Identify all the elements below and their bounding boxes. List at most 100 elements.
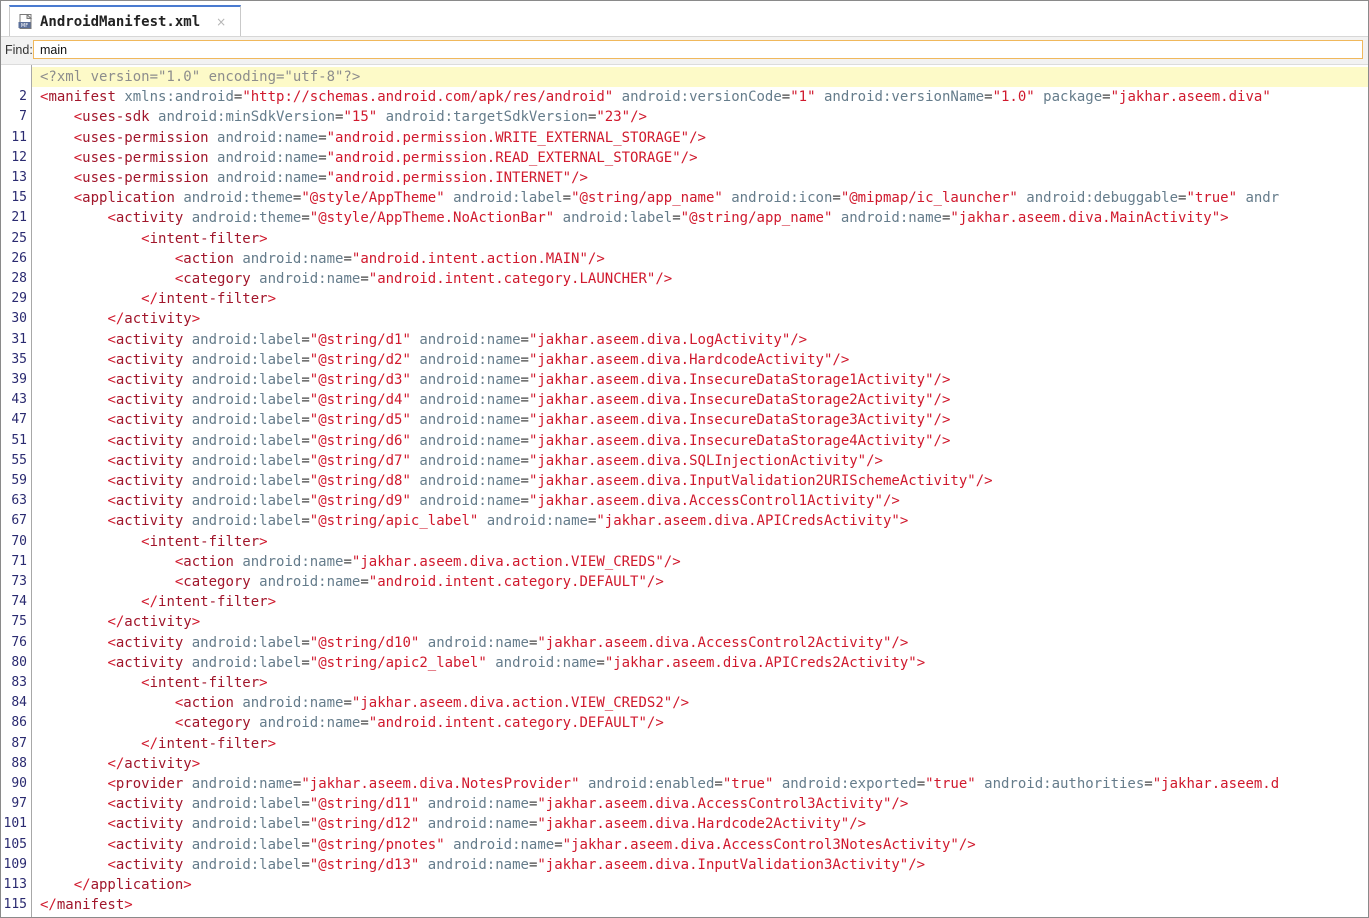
code-editor[interactable]: 2 7 11 12 13 15 21 25 26 28 29 30 31 35 39 43 47 51 55 59 63… <box>1 65 1368 917</box>
token-attr: android:targetSdkVersion <box>385 109 588 126</box>
code-line[interactable]: <activity android:label="@string/d1" and… <box>32 330 1368 350</box>
code-line[interactable]: <activity android:label="@string/d6" and… <box>32 431 1368 451</box>
code-line[interactable]: <activity android:label="@string/d3" and… <box>32 370 1368 390</box>
code-line[interactable]: <action android:name="jakhar.aseem.diva.… <box>32 693 1368 713</box>
code-line[interactable]: <provider android:name = "jakhar.aseem.div… <box>32 774 1368 794</box>
code-line[interactable]: <category android:name="android.intent.c… <box>32 713 1368 733</box>
code-line[interactable]: <uses-permission android:name="android.p… <box>32 148 1368 168</box>
code-line[interactable]: <activity android:label="@string/d11" an… <box>32 794 1368 814</box>
code-line[interactable]: <activity android:label="@string/apic_la… <box>32 511 1368 531</box>
close-icon[interactable]: × <box>216 15 226 29</box>
code-line[interactable]: <activity android:label="@string/d5" and… <box>32 410 1368 430</box>
token-br: > <box>899 513 909 530</box>
token-val: "@string/d9" <box>309 493 411 510</box>
code-line[interactable]: <activity android:label="@string/d7" and… <box>32 451 1368 471</box>
code-line[interactable]: <activity android:label="@string/pnotes"… <box>32 835 1368 855</box>
token-val: "jakhar.aseem.diva.AccessControl1Activit… <box>528 493 883 510</box>
token-attr: android:label <box>191 392 302 409</box>
line-number: 35 <box>11 351 27 367</box>
token-br: > <box>259 533 268 550</box>
token-val: "@string/apic2_label" <box>309 654 487 671</box>
find-input[interactable] <box>33 40 1363 59</box>
token-br: < <box>73 170 83 186</box>
token-attr: android:name <box>242 553 344 570</box>
code-line[interactable]: <activity android:label="@string/d9" and… <box>32 491 1368 511</box>
code-line[interactable]: <manifest xmlns:android="http://schemas.… <box>32 87 1368 107</box>
token-attr: android:label <box>191 654 302 671</box>
token-tag: activity <box>115 412 184 429</box>
code-line[interactable]: <activity android:label="@string/d8" and… <box>32 471 1368 491</box>
code-line[interactable]: <category android:name="android.intent.c… <box>32 269 1368 289</box>
code-line[interactable]: <uses-sdk android:minSdkVersion="15" and… <box>32 107 1368 127</box>
token-tag: category <box>183 574 251 590</box>
token-val: "@string/apic_label" <box>309 513 479 530</box>
code-line[interactable]: </activity> <box>32 309 1368 329</box>
token-attr: android:label <box>191 432 302 449</box>
token-sp <box>183 513 191 529</box>
code-line[interactable]: </intent-filter> <box>32 592 1368 612</box>
code-line[interactable]: </application> <box>32 875 1368 895</box>
token-val: "true" <box>925 776 976 792</box>
code-line[interactable]: <activity android:label="@string/d4" and… <box>32 390 1368 410</box>
line-number: 63 <box>11 493 27 509</box>
code-line[interactable]: <?xml version="1.0" encoding="utf-8"?> <box>32 67 1368 88</box>
code-line[interactable]: <activity android:theme="@style/AppTheme… <box>32 208 1368 228</box>
code-line[interactable]: <activity android:label="@string/d13" an… <box>32 855 1368 875</box>
code-line[interactable]: <uses-permission android:name="android.p… <box>32 168 1368 188</box>
code-line[interactable]: </manifest> <box>32 895 1368 915</box>
code-line[interactable]: <intent-filter> <box>32 532 1368 552</box>
tab-android-manifest[interactable]: MF AndroidManifest.xml × <box>9 5 242 36</box>
token-br: < <box>141 533 150 550</box>
code-line[interactable]: </activity> <box>32 754 1368 774</box>
code-line[interactable]: <action android:name="android.intent.act… <box>32 249 1368 269</box>
code-line[interactable]: <activity android:label="@string/d2" and… <box>32 350 1368 370</box>
token-br: > <box>191 614 201 631</box>
token-br: > <box>183 877 192 893</box>
token-br: < <box>141 675 150 691</box>
line-number: 86 <box>11 715 27 731</box>
token-val: "jakhar.aseem.diva.InsecureDataStorage4A… <box>528 432 934 449</box>
token-br: /> <box>646 715 664 732</box>
code-line[interactable]: </activity> <box>32 612 1368 632</box>
token-eq: = <box>301 412 310 429</box>
code-line[interactable]: </intent-filter> <box>32 734 1368 754</box>
token-attr: android:label <box>191 513 302 530</box>
code-area[interactable]: <?xml version="1.0" encoding="utf-8"?> < m… <box>32 65 1368 917</box>
token-tag: action <box>183 250 234 267</box>
token-sp <box>183 776 191 792</box>
line-number: 105 <box>3 836 27 852</box>
code-line[interactable]: <uses-permission android:name="android.p… <box>32 128 1368 148</box>
code-line[interactable]: <activity android:label="@string/d12" an… <box>32 814 1368 834</box>
token-eq: = <box>1144 776 1153 792</box>
token-br: /> <box>958 836 976 853</box>
token-val: "jakhar.aseem.diva.action.VIEW_CREDS2" <box>351 695 673 712</box>
code-line[interactable]: <intent-filter> <box>32 229 1368 249</box>
token-val: "jakhar.aseem.diva.NotesProvider" <box>301 776 580 792</box>
code-line[interactable]: <activity android:label="@string/d10" an… <box>32 633 1368 653</box>
line-number: 76 <box>11 634 27 650</box>
token-attr: android:name <box>427 816 529 833</box>
token-eq: = <box>301 331 310 348</box>
code-line[interactable]: <activity android:label="@string/apic2_l… <box>32 653 1368 673</box>
code-line[interactable]: <application android:theme = "@style/AppTh… <box>32 188 1368 208</box>
token-sp <box>183 372 191 388</box>
token-br: /> <box>891 796 909 813</box>
line-number: 90 <box>11 776 27 791</box>
token-sp <box>183 332 191 348</box>
code-line[interactable]: <category android:name="android.intent.c… <box>32 572 1368 592</box>
token-br: < <box>107 634 116 651</box>
code-line[interactable]: </intent-filter> <box>32 289 1368 309</box>
code-line[interactable]: <action android:name="jakhar.aseem.diva.… <box>32 552 1368 572</box>
token-attr: android:name <box>419 351 521 368</box>
code-line[interactable]: <intent-filter> <box>32 673 1368 693</box>
token-val: "@mipmap/ic_launcher" <box>840 190 1018 207</box>
token-attr: android:name <box>486 513 588 530</box>
token-attr: android:name <box>427 856 529 873</box>
